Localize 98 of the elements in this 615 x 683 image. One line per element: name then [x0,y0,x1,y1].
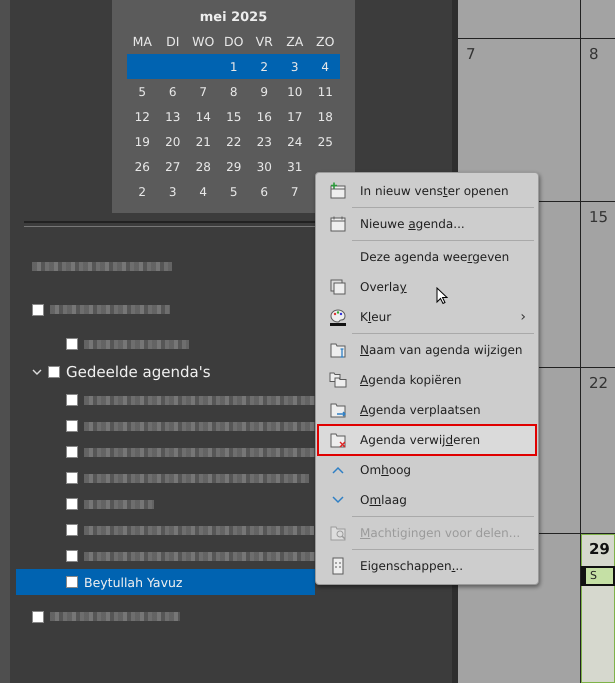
checkbox[interactable] [32,304,44,316]
day-number[interactable]: 25 [310,134,340,148]
day-number[interactable]: 19 [127,134,158,148]
day-number[interactable]: 16 [249,110,280,124]
day-number[interactable]: 22 [218,134,249,148]
weekday-label: VR [254,34,274,49]
day-number[interactable]: 3 [280,60,310,74]
menu-item[interactable]: Omhoog [318,455,536,485]
day-number[interactable]: 4 [310,60,340,74]
checkbox[interactable] [32,610,44,622]
day-number[interactable]: 5 [127,84,158,98]
day-number[interactable]: 7 [280,184,310,198]
redacted-text [84,500,154,508]
day-number[interactable]: 8 [218,84,249,98]
month-title: mei 2025 [200,10,268,25]
day-number[interactable]: 17 [280,110,310,124]
day-number: 22 [589,374,608,392]
menu-item[interactable]: Omlaag [318,485,536,515]
day-number[interactable]: 21 [188,134,218,148]
menu-item[interactable]: Eigenschappen... [318,551,536,581]
menu-item[interactable]: Agenda verwijderen [318,425,536,455]
checkbox[interactable] [66,498,78,510]
day-number[interactable]: 1 [218,60,249,74]
checkbox[interactable] [66,472,78,484]
weekday-label: MA [132,34,153,49]
checkbox[interactable] [66,446,78,458]
menu-item[interactable]: Naam van agenda wijzigen [318,335,536,365]
checkbox[interactable] [66,394,78,406]
checkbox[interactable] [66,524,78,536]
day-number[interactable]: 2 [249,60,280,74]
day-number[interactable]: 20 [158,134,188,148]
weekday-label: ZA [285,34,304,49]
day-cell[interactable] [581,0,615,38]
day-number[interactable]: 3 [158,184,188,198]
day-number[interactable]: 24 [280,134,310,148]
day-number[interactable]: 27 [158,160,188,174]
today-cell[interactable]: 29 S [581,534,615,683]
move-icon [329,401,347,419]
weekday-label: WO [191,34,216,49]
overlay-icon [329,278,347,296]
day-number[interactable]: 2 [127,184,158,198]
weekday-label: DO [223,34,244,49]
rename-icon [329,341,347,359]
calendar-list-item[interactable]: Beytullah Yavuz [16,569,315,595]
day-number[interactable]: 4 [188,184,218,198]
checkbox[interactable] [48,366,60,378]
menu-item[interactable]: Agenda verplaatsen [318,395,536,425]
day-number[interactable]: 30 [249,160,280,174]
day-number[interactable]: 11 [310,84,340,98]
weekday-label: ZO [315,34,336,49]
day-number[interactable]: 10 [280,84,310,98]
day-cell[interactable]: 8 [581,39,615,201]
checkbox[interactable] [66,576,78,588]
menu-item[interactable]: Kleur › [318,302,536,332]
menu-item[interactable]: Overlay [318,272,536,302]
checkbox[interactable] [66,420,78,432]
day-number[interactable]: 29 [218,160,249,174]
day-number[interactable]: 15 [218,110,249,124]
day-number[interactable]: 6 [158,84,188,98]
day-number: 8 [589,45,599,63]
day-cell[interactable] [458,0,580,38]
folder-heading[interactable]: Gedeelde agenda's [66,363,211,381]
day-number: 29 [589,540,610,558]
day-number[interactable]: 12 [127,110,158,124]
day-number[interactable]: 7 [188,84,218,98]
event[interactable]: S [581,566,615,586]
checkbox[interactable] [66,338,78,350]
day-number[interactable]: 18 [310,110,340,124]
calendar-icon [329,215,347,233]
menu-item[interactable]: Nieuwe agenda... [318,209,536,239]
chevron-down-icon [332,496,344,504]
day-number[interactable]: 9 [249,84,280,98]
chevron-up-icon [332,466,344,474]
submenu-arrow: › [520,309,526,325]
menu-item[interactable]: Agenda kopiëren [318,365,536,395]
day-cell[interactable]: 15 [581,202,615,367]
chevron-down-icon[interactable] [32,368,42,376]
day-number[interactable]: 13 [158,110,188,124]
palette-icon [329,308,347,326]
permissions-icon [329,524,347,542]
delete-icon [329,431,347,449]
checkbox[interactable] [66,550,78,562]
day-cell[interactable]: 22 [581,368,615,533]
new-window-icon [329,182,347,200]
mouse-cursor-icon [436,287,448,305]
day-number[interactable]: 28 [188,160,218,174]
weekday-label: DI [165,34,180,49]
day-number[interactable]: 31 [280,160,310,174]
day-number[interactable]: 26 [127,160,158,174]
day-number: 7 [466,45,476,63]
menu-item[interactable]: Deze agenda weergeven [318,242,536,272]
calendar-name: Beytullah Yavuz [84,574,182,590]
day-number[interactable]: 6 [249,184,280,198]
day-number[interactable]: 23 [249,134,280,148]
day-number[interactable]: 14 [188,110,218,124]
day-number: 15 [589,208,608,226]
copy-icon [329,371,347,389]
day-number[interactable]: 5 [218,184,249,198]
